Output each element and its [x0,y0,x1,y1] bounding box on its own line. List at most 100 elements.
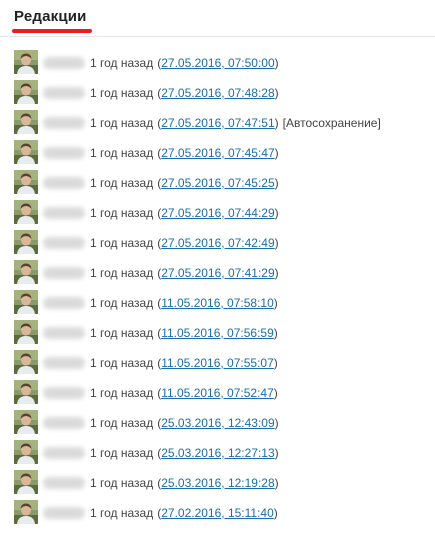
revision-age: 1 год назад [90,506,154,520]
user-photo-icon [14,230,38,254]
revision-link[interactable]: 27.05.2016, 07:48:28 [161,86,274,100]
revision-age: 1 год назад [90,146,154,160]
revision-link[interactable]: 25.03.2016, 12:19:28 [161,476,274,490]
author-name[interactable] [43,417,85,429]
avatar[interactable] [14,110,38,134]
close-paren: ) [274,446,279,460]
user-photo-icon [14,410,38,434]
user-photo-icon [14,350,38,374]
close-paren: ) [274,176,279,190]
user-photo-icon [14,500,38,524]
user-photo-icon [14,470,38,494]
revision-link[interactable]: 27.05.2016, 07:44:29 [161,206,274,220]
author-name[interactable] [43,297,85,309]
revision-age: 1 год назад [90,356,154,370]
avatar[interactable] [14,440,38,464]
revision-item: 1 год назад (27.02.2016, 15:11:40) [14,498,381,528]
close-paren: ) [274,266,279,280]
close-paren: ) [274,86,279,100]
close-paren: ) [274,476,279,490]
user-photo-icon [14,200,38,224]
revision-item: 1 год назад (27.05.2016, 07:44:29) [14,198,381,228]
revision-link[interactable]: 25.03.2016, 12:27:13 [161,446,274,460]
user-photo-icon [14,440,38,464]
revision-link[interactable]: 27.05.2016, 07:45:47 [161,146,274,160]
revision-item: 1 год назад (27.05.2016, 07:45:47) [14,138,381,168]
author-name[interactable] [43,87,85,99]
revision-item: 1 год назад (25.03.2016, 12:27:13) [14,438,381,468]
user-photo-icon [14,50,38,74]
avatar[interactable] [14,380,38,404]
revision-age: 1 год назад [90,116,154,130]
revision-age: 1 год назад [90,476,154,490]
author-name[interactable] [43,207,85,219]
revision-link[interactable]: 11.05.2016, 07:58:10 [161,296,274,310]
author-name[interactable] [43,237,85,249]
avatar[interactable] [14,290,38,314]
user-photo-icon [14,80,38,104]
avatar[interactable] [14,200,38,224]
user-photo-icon [14,290,38,314]
revision-item: 1 год назад (27.05.2016, 07:50:00) [14,48,381,78]
revision-age: 1 год назад [90,266,154,280]
user-photo-icon [14,140,38,164]
revision-link[interactable]: 27.05.2016, 07:47:51 [161,116,274,130]
author-name[interactable] [43,147,85,159]
revision-age: 1 год назад [90,386,154,400]
revision-age: 1 год назад [90,326,154,340]
revision-link[interactable]: 27.05.2016, 07:50:00 [161,56,274,70]
revision-link[interactable]: 27.05.2016, 07:45:25 [161,176,274,190]
close-paren: ) [274,416,279,430]
revision-item: 1 год назад (11.05.2016, 07:52:47) [14,378,381,408]
autosave-label: [Автосохранение] [282,116,381,130]
author-name[interactable] [43,57,85,69]
author-name[interactable] [43,267,85,279]
avatar[interactable] [14,350,38,374]
author-name[interactable] [43,447,85,459]
close-paren: ) [273,506,278,520]
close-paren: ) [274,116,279,130]
revision-item: 1 год назад (27.05.2016, 07:45:25) [14,168,381,198]
revision-age: 1 год назад [90,416,154,430]
revision-link[interactable]: 27.05.2016, 07:42:49 [161,236,274,250]
avatar[interactable] [14,140,38,164]
revision-item: 1 год назад (11.05.2016, 07:56:59) [14,318,381,348]
revision-link[interactable]: 27.02.2016, 15:11:40 [161,506,274,520]
author-name[interactable] [43,387,85,399]
avatar[interactable] [14,500,38,524]
user-photo-icon [14,380,38,404]
revisions-header: Редакции [0,0,435,37]
author-name[interactable] [43,507,85,519]
user-photo-icon [14,170,38,194]
revision-item: 1 год назад (27.05.2016, 07:42:49) [14,228,381,258]
revision-item: 1 год назад (25.03.2016, 12:43:09) [14,408,381,438]
close-paren: ) [273,356,278,370]
revision-age: 1 год назад [90,176,154,190]
revision-link[interactable]: 27.05.2016, 07:41:29 [161,266,274,280]
avatar[interactable] [14,470,38,494]
author-name[interactable] [43,357,85,369]
avatar[interactable] [14,320,38,344]
avatar[interactable] [14,50,38,74]
revision-link[interactable]: 11.05.2016, 07:56:59 [161,326,274,340]
revision-item: 1 год назад (11.05.2016, 07:58:10) [14,288,381,318]
avatar[interactable] [14,410,38,434]
close-paren: ) [274,56,279,70]
avatar[interactable] [14,170,38,194]
revision-item: 1 год назад (25.03.2016, 12:19:28) [14,468,381,498]
revision-link[interactable]: 11.05.2016, 07:55:07 [161,356,274,370]
author-name[interactable] [43,117,85,129]
avatar[interactable] [14,260,38,284]
revision-age: 1 год назад [90,206,154,220]
author-name[interactable] [43,177,85,189]
avatar[interactable] [14,230,38,254]
revision-link[interactable]: 25.03.2016, 12:43:09 [161,416,274,430]
avatar[interactable] [14,80,38,104]
close-paren: ) [274,206,279,220]
revision-age: 1 год назад [90,296,154,310]
revision-link[interactable]: 11.05.2016, 07:52:47 [161,386,274,400]
author-name[interactable] [43,327,85,339]
revision-item: 1 год назад (27.05.2016, 07:48:28) [14,78,381,108]
author-name[interactable] [43,477,85,489]
active-tab-underline [12,29,92,33]
